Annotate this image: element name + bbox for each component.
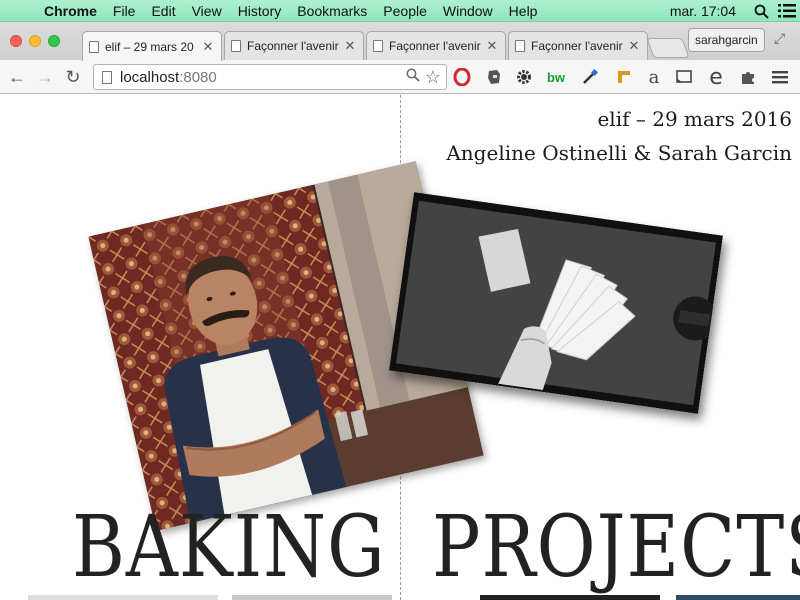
menu-history[interactable]: History (230, 3, 290, 19)
amazon-icon[interactable]: a (644, 67, 664, 88)
page-icon (373, 40, 383, 52)
window-controls (10, 35, 60, 47)
web-page: elif – 29 mars 2016 Angeline Ostinelli &… (0, 95, 800, 600)
menu-bar: Chrome File Edit View History Bookmarks … (0, 0, 800, 22)
bw-icon[interactable]: bw (546, 67, 566, 87)
next-content-strip (480, 595, 660, 600)
menu-file[interactable]: File (105, 3, 144, 19)
ruler-icon[interactable] (614, 67, 634, 87)
reload-icon[interactable]: ↻ (62, 66, 84, 88)
bookmark-star-icon[interactable]: ☆ (425, 67, 441, 88)
eyedropper-icon[interactable] (580, 67, 600, 87)
new-tab-button[interactable] (646, 38, 690, 58)
page-icon (102, 71, 112, 84)
next-content-strip (28, 595, 218, 600)
url-host: localhost (120, 69, 180, 86)
tab-faconner-1[interactable]: Façonner l'avenir ✕ (224, 31, 364, 60)
menu-people[interactable]: People (375, 3, 435, 19)
notification-list-icon[interactable] (774, 0, 800, 22)
address-bar[interactable]: localhost:8080 ☆ (93, 64, 447, 90)
menu-clock[interactable]: mar. 17:04 (670, 3, 748, 19)
url-port: :8080 (179, 69, 217, 86)
gear-icon[interactable] (514, 67, 534, 87)
menu-help[interactable]: Help (501, 3, 546, 19)
profile-button[interactable]: sarahgarcin (688, 28, 765, 52)
tab-close-icon[interactable]: ✕ (485, 38, 499, 54)
menu-window[interactable]: Window (435, 3, 501, 19)
tab-close-icon[interactable]: ✕ (627, 38, 641, 54)
tab-elif[interactable]: elif – 29 mars 20 ✕ (82, 31, 222, 61)
cast-icon[interactable] (674, 67, 694, 87)
browser-toolbar: ← → ↻ localhost:8080 ☆ bw a e (0, 60, 800, 94)
window-minimize-button[interactable] (29, 35, 41, 47)
title-word-projects: PROJECTS (432, 497, 800, 597)
forward-arrow-icon[interactable]: → (34, 66, 56, 88)
window-maximize-button[interactable] (48, 35, 60, 47)
zoom-search-icon[interactable] (406, 68, 420, 87)
page-icon (89, 40, 99, 53)
menu-bookmarks[interactable]: Bookmarks (289, 3, 375, 19)
tab-label: Façonner l'avenir (247, 39, 339, 53)
back-arrow-icon[interactable]: ← (6, 66, 28, 88)
menu-icon[interactable] (770, 67, 790, 87)
tab-label: Façonner l'avenir (531, 39, 623, 53)
menu-view[interactable]: View (184, 3, 230, 19)
authors-heading: Angeline Ostinelli & Sarah Garcin (446, 141, 792, 165)
e-icon[interactable]: e (706, 65, 726, 90)
url-text[interactable]: localhost:8080 (120, 69, 217, 86)
tab-faconner-2[interactable]: Façonner l'avenir ✕ (366, 31, 506, 60)
tab-label: Façonner l'avenir (389, 39, 481, 53)
title-word-baking: BAKING (72, 497, 386, 597)
tab-close-icon[interactable]: ✕ (201, 39, 215, 55)
date-heading: elif – 29 mars 2016 (597, 107, 792, 131)
spotlight-search-icon[interactable] (748, 0, 774, 22)
menu-app-name[interactable]: Chrome (40, 3, 105, 19)
opera-icon[interactable] (452, 67, 472, 87)
tab-label: elif – 29 mars 20 (105, 39, 194, 54)
window-close-button[interactable] (10, 35, 22, 47)
menu-edit[interactable]: Edit (143, 3, 183, 19)
tab-strip: elif – 29 mars 20 ✕ Façonner l'avenir ✕ … (0, 22, 800, 61)
next-content-strip (676, 595, 800, 600)
puzzle-icon[interactable] (738, 67, 758, 87)
tab-faconner-3[interactable]: Façonner l'avenir ✕ (508, 31, 648, 60)
next-content-strip (232, 595, 392, 600)
tab-close-icon[interactable]: ✕ (343, 38, 357, 54)
fullscreen-icon[interactable]: ⤢ (774, 30, 785, 47)
evernote-icon[interactable] (484, 67, 504, 87)
page-icon (231, 40, 241, 52)
page-icon (515, 40, 525, 52)
